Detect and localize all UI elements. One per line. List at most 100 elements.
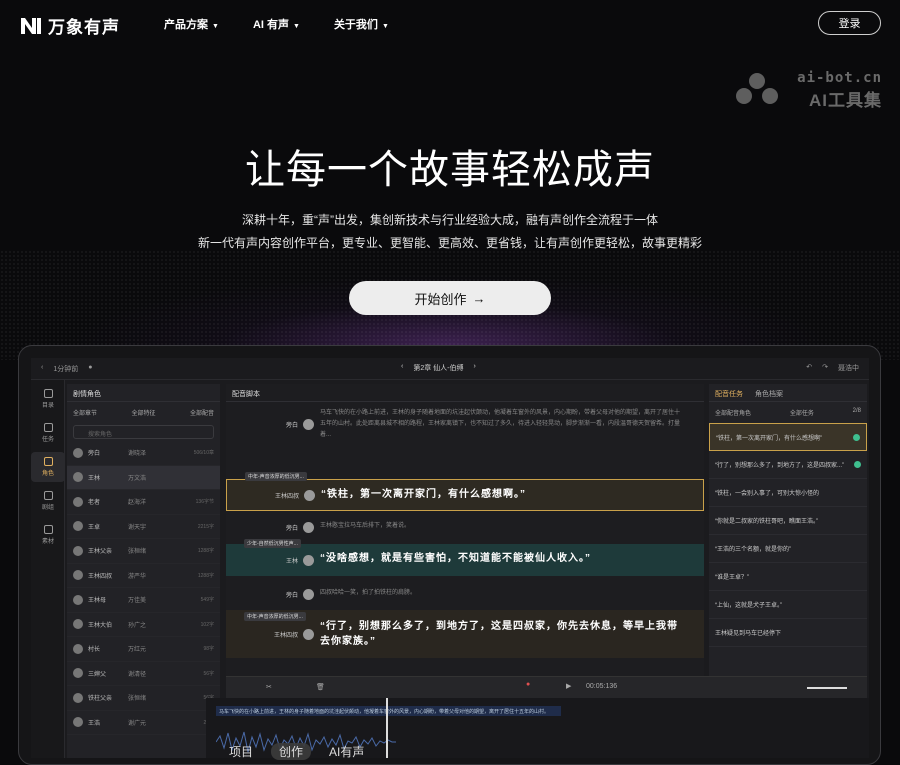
word-count: 136字节	[195, 499, 214, 506]
user-name[interactable]: 聂浩中	[838, 363, 859, 373]
tab-create[interactable]: 创作	[271, 743, 312, 760]
rail-item-tasks[interactable]: 任务	[31, 418, 65, 448]
playhead[interactable]	[386, 698, 388, 758]
character-name: 王林父亲	[88, 549, 113, 556]
tab-role-profiles[interactable]: 角色档案	[755, 389, 783, 398]
actor-name: 万文浩	[128, 475, 147, 482]
catalog-icon	[43, 389, 53, 398]
avatar	[303, 418, 314, 430]
character-row[interactable]: 旁白 谢晓泽 506/10章	[67, 441, 220, 466]
volume-slider[interactable]	[807, 687, 847, 689]
character-row[interactable]: 铁柱父亲张恒绪56字	[67, 686, 220, 711]
script-line[interactable]: 旁白 马车飞快的在小路上前进，王林的身子随着地面的坑洼起伏颠动，他凝着车窗外的风…	[226, 404, 704, 468]
hero-subtitle: 深耕十年，重“声”出发，集创新技术与行业经验大成，融有声创作全流程于一体 新一代…	[0, 209, 900, 255]
cta-label: 开始创作	[414, 291, 467, 307]
task-item[interactable]: “铁柱，一会别入事了，可别大惊小怪的	[709, 479, 867, 507]
rail-label: 任务	[41, 437, 54, 443]
character-row[interactable]: 王林父亲 张桓绪 1288字	[67, 539, 220, 564]
task-item[interactable]: “行了，别想那么多了，到地方了，这是四叔家...”	[709, 451, 867, 479]
character-name: 王卓	[88, 524, 101, 531]
character-row[interactable]: 王卓 谢天宇 2215字	[67, 515, 220, 539]
speaker-name: 旁白	[285, 422, 298, 429]
character-name: 王林四叔	[88, 573, 113, 580]
avatar	[73, 668, 83, 679]
character-name: 王林大伯	[88, 622, 113, 629]
menu-item-about[interactable]: 关于我们 ▼	[334, 16, 389, 32]
chapter-title: 第2章 仙人-伯缚	[413, 365, 464, 372]
editor-toolbar: ✂ 🗑 ● ▶ 00:05:136	[226, 676, 867, 698]
actor-name: 谢清径	[128, 671, 147, 678]
filter-task[interactable]: 全部任务	[790, 408, 814, 417]
delete-icon[interactable]: 🗑	[316, 683, 325, 691]
task-text: “行了，别想那么多了，到地方了，这是四叔家...”	[715, 463, 844, 469]
editor-topbar: ‹ 1分钟前 ● ‹ 第2章 仙人-伯缚 › ↶ ↷ 聂浩中	[31, 358, 869, 380]
rail-label: 素材	[41, 539, 54, 545]
character-row[interactable]: 王林四叔 游严华 1288字	[67, 564, 220, 588]
character-row[interactable]: 王林母 万佳美 549字	[67, 588, 220, 613]
character-row[interactable]: 王浩谢广元22字	[67, 711, 220, 735]
menu-label: 产品方案	[164, 19, 208, 31]
character-name: 三婶父	[88, 671, 107, 678]
watermark-title: AI工具集	[809, 91, 882, 110]
avatar	[73, 717, 83, 728]
start-creating-button[interactable]: 开始创作 →	[349, 281, 551, 315]
redo-icon[interactable]: ↷	[822, 363, 828, 373]
rail-item-assets[interactable]: 素材	[31, 520, 65, 550]
script-line[interactable]: 旁白 王林憨宝拉马车后排下，笑着说。	[226, 515, 704, 539]
prev-chapter-icon[interactable]: ‹	[401, 363, 403, 373]
character-row[interactable]: 三婶父 谢清径 56字	[67, 662, 220, 686]
brand-logo[interactable]: 万象有声	[20, 13, 120, 38]
task-item[interactable]: “上仙，这就是犬子王卓。”	[709, 591, 867, 619]
word-count: 98字	[203, 646, 214, 653]
task-item[interactable]: “铁柱，第一次离开家门，有什么感想啊”	[709, 423, 867, 451]
tab-project[interactable]: 项目	[229, 743, 253, 760]
caret-down-icon: ▼	[381, 23, 389, 30]
watermark-domain: ai-bot.cn	[797, 70, 882, 86]
task-filters: 全部配音角色 全部任务 2/8	[709, 402, 867, 423]
script-line[interactable]: 旁白 四叔哈哈一笑，拍了拍铁柱的肩膀。	[226, 582, 704, 606]
tab-voice-tasks[interactable]: 配音任务	[715, 389, 743, 398]
rail-item-catalog[interactable]: 目录	[31, 384, 65, 414]
tab-ai-audio[interactable]: AI有声	[329, 743, 364, 760]
menu-label: AI 有声	[252, 19, 289, 31]
task-item[interactable]: “你就是二叔家的铁柱哥吧，瞧面王浩。”	[709, 507, 867, 535]
back-icon[interactable]: ‹	[41, 364, 43, 374]
mic-icon[interactable]: ●	[88, 364, 92, 374]
scissors-icon[interactable]: ✂	[266, 683, 272, 691]
character-search-input[interactable]: 搜索角色	[73, 425, 214, 439]
script-line[interactable]: 少年-自然低沉男性声... 王林 “没啥感想，就是有些害怕，不知道能不能被仙人收…	[226, 539, 704, 576]
character-row[interactable]: 王林大伯 孙广之 102字	[67, 613, 220, 637]
script-line-selected[interactable]: 中年-声音浓厚的低沉男... 王林四叔 “铁柱，第一次离开家门，有什么感想啊。”	[226, 472, 704, 511]
filter-role[interactable]: 全部配音角色	[715, 408, 751, 417]
rail-item-roles[interactable]: 角色	[31, 452, 65, 482]
menu-item-ai[interactable]: AI 有声 ▼	[253, 16, 300, 32]
character-row[interactable]: 村长 万红元 98字	[67, 637, 220, 662]
rail-item-crew[interactable]: 剧组	[31, 486, 65, 516]
timeline-clip[interactable]: 马车飞快的在小路上前进，王林的身子随着地面的坑洼起伏颠动，他凝着车窗外的风景，内…	[216, 706, 561, 716]
filter-voice[interactable]: 全部配音	[190, 408, 214, 417]
check-icon	[853, 433, 860, 441]
character-row[interactable]: 老者 赵海洋 136字节	[67, 490, 220, 515]
menu-item-products[interactable]: 产品方案 ▼	[164, 16, 219, 32]
avatar	[73, 447, 83, 458]
avatar	[303, 588, 314, 600]
task-item[interactable]: “王浩的三个名额，就是你的”	[709, 535, 867, 563]
login-button[interactable]: 登录	[818, 11, 881, 35]
word-count: 1288字	[197, 548, 214, 555]
main-menu: 产品方案 ▼ AI 有声 ▼ 关于我们 ▼	[164, 16, 389, 32]
filter-trait[interactable]: 全部特征	[131, 408, 155, 417]
actor-name: 谢晓泽	[128, 451, 147, 458]
task-item[interactable]: 王林疑见到马车已经停下	[709, 619, 867, 647]
script-line[interactable]: 中年-声音浓厚的低沉男... 王林四叔 “行了，别想那么多了，到地方了，这是四叔…	[226, 610, 704, 658]
play-icon[interactable]: ▶	[566, 682, 571, 690]
next-chapter-icon[interactable]: ›	[474, 363, 476, 373]
task-item[interactable]: “谁是王卓？”	[709, 563, 867, 591]
actor-name: 张桓绪	[128, 549, 147, 556]
actor-name: 游严华	[128, 573, 147, 580]
filter-chapter[interactable]: 全部章节	[73, 408, 97, 417]
undo-icon[interactable]: ↶	[806, 363, 812, 373]
character-list: 旁白 谢晓泽 506/10章 王林 万文浩 老者 赵海洋 136字节 王卓 谢天宇 2215字 王林父…	[67, 441, 220, 735]
record-icon[interactable]: ●	[526, 681, 530, 688]
character-row[interactable]: 王林 万文浩	[67, 465, 220, 490]
speaker-name: 王林	[285, 558, 298, 565]
